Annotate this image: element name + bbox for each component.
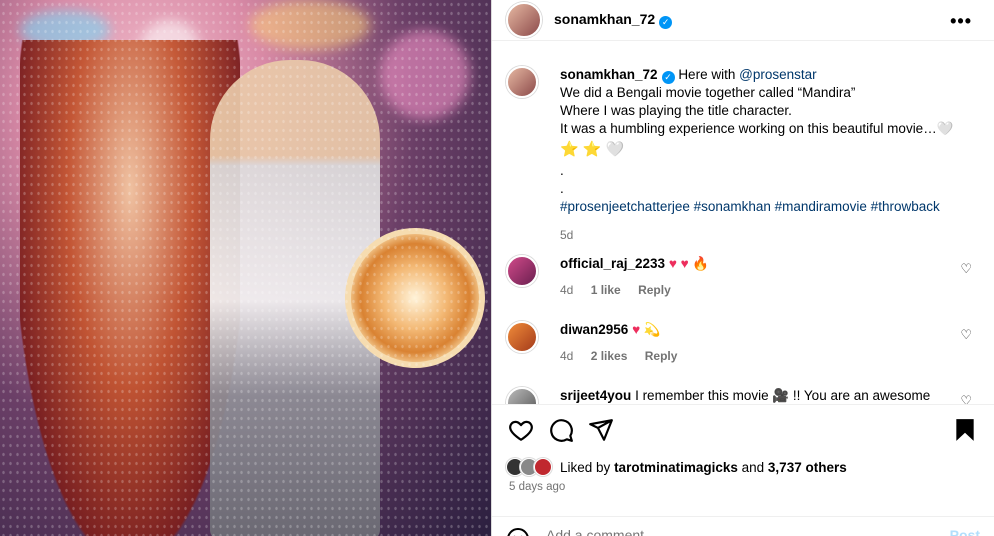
smiley-icon[interactable] — [506, 527, 530, 536]
red-heart-icon: ♥ — [680, 256, 689, 271]
comment-input[interactable] — [546, 527, 950, 536]
post-timestamp[interactable]: 5 days ago — [509, 481, 565, 493]
verified-badge-icon: ✓ — [661, 71, 675, 84]
caption-time: 5d — [560, 228, 574, 242]
comment-likes[interactable]: 2 likes — [591, 349, 628, 363]
caption-line1: We did a Bengali movie together called “… — [560, 85, 856, 100]
likes-prefix: Liked by — [560, 459, 611, 475]
liker-username[interactable]: tarotminatimagicks — [614, 460, 738, 475]
post-caption: sonamkhan_72 ✓ Here with @prosenstar We d… — [506, 66, 966, 244]
white-heart-icon: 🤍 — [936, 121, 954, 136]
fire-icon: 🔥 — [692, 256, 710, 271]
star-icon: ⭐ — [560, 141, 579, 158]
bookmark-filled-icon[interactable] — [952, 417, 978, 443]
likes-others[interactable]: 3,737 others — [768, 460, 847, 475]
red-heart-icon: ♥ — [668, 256, 677, 271]
commenter-avatar[interactable] — [506, 387, 538, 404]
comment-likes[interactable]: 1 like — [591, 283, 621, 297]
comments-scroll-area[interactable]: sonamkhan_72 ✓ Here with @prosenstar We d… — [492, 41, 994, 404]
comment-username[interactable]: diwan2956 — [560, 322, 628, 337]
likes-summary: Liked by tarotminatimagicks and 3,737 ot… — [506, 456, 980, 478]
commenter-avatar[interactable] — [506, 255, 538, 287]
comment-time: 4d — [560, 349, 574, 363]
caption-hashtags[interactable]: #prosenjeetchatterjee #sonamkhan #mandir… — [560, 199, 940, 214]
dizzy-icon: 💫 — [643, 322, 661, 337]
post-photo[interactable] — [0, 0, 491, 536]
post-header: sonamkhan_72 ✓ ••• — [492, 0, 994, 41]
liker-avatars[interactable] — [506, 458, 552, 476]
reply-button[interactable]: Reply — [638, 283, 671, 297]
comment-item: diwan2956 ♥ 💫 4d 2 likes Reply ♡ — [506, 321, 986, 365]
caption-author-avatar[interactable] — [506, 66, 538, 98]
caption-line3: It was a humbling experience working on … — [560, 121, 937, 136]
comment-text: I remember this movie 🎥 !! You are an aw… — [635, 388, 931, 403]
caption-dot: . — [560, 163, 564, 178]
author-username[interactable]: sonamkhan_72 ✓ — [554, 11, 673, 29]
caption-intro: Here with — [678, 67, 736, 82]
likes-and: and — [741, 459, 765, 475]
heart-outline-icon[interactable] — [508, 417, 534, 443]
red-heart-icon: ♥ — [632, 322, 641, 337]
comment-username[interactable]: official_raj_2233 — [560, 256, 665, 271]
caption-author[interactable]: sonamkhan_72 — [560, 67, 658, 82]
post-panel: sonamkhan_72 ✓ ••• sonamkhan_72 ✓ Here wit… — [491, 0, 994, 536]
caption-mention[interactable]: @prosenstar — [739, 67, 817, 82]
comment-username[interactable]: srijeet4you — [560, 388, 631, 403]
comment-time: 4d — [560, 283, 574, 297]
more-dots-icon[interactable]: ••• — [950, 11, 972, 32]
action-bar — [492, 404, 994, 454]
small-heart-outline-icon[interactable]: ♡ — [960, 327, 972, 343]
comment-bubble-icon[interactable] — [548, 417, 574, 443]
caption-dot: . — [560, 181, 564, 196]
paper-plane-icon[interactable] — [588, 417, 614, 443]
post-button[interactable]: Post — [950, 527, 980, 536]
reply-button[interactable]: Reply — [645, 349, 678, 363]
comment-item: srijeet4you I remember this movie 🎥 !! Y… — [506, 387, 986, 404]
small-heart-outline-icon[interactable]: ♡ — [960, 261, 972, 277]
add-comment-bar: Post — [492, 516, 994, 536]
white-heart-icon: 🤍 — [605, 141, 625, 158]
small-heart-outline-icon[interactable]: ♡ — [960, 393, 972, 404]
author-avatar[interactable] — [506, 2, 542, 38]
caption-line2: Where I was playing the title character. — [560, 103, 792, 118]
verified-badge-icon: ✓ — [659, 16, 673, 29]
star-icon: ⭐ — [582, 141, 602, 158]
sparkle-overlay — [0, 0, 491, 536]
comment-item: official_raj_2233 ♥ ♥ 🔥 4d 1 like Reply … — [506, 255, 986, 299]
commenter-avatar[interactable] — [506, 321, 538, 353]
liker-avatar — [534, 458, 552, 476]
